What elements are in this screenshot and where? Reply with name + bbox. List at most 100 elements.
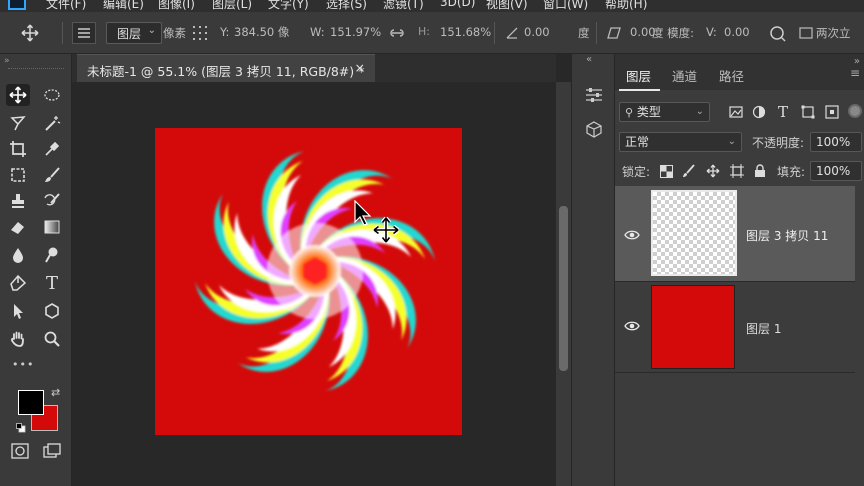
opacity-value: 100%	[816, 135, 851, 149]
foreground-color-swatch[interactable]	[18, 390, 44, 415]
menu-filter[interactable]: 滤镜(T)	[383, 0, 424, 12]
options-bar: 图层 ⌄ 像素 Y: 384.50 像 W: 151.97% H: 151.68…	[0, 12, 864, 54]
menu-view[interactable]: 视图(V)	[486, 0, 528, 12]
h-label-icon: H:	[418, 25, 430, 38]
path-selection-tool-icon[interactable]	[6, 300, 30, 322]
tools-panel: » T ••• ⇄	[0, 54, 72, 486]
filter-type-icon[interactable]: T	[771, 101, 795, 123]
mode-label: 度 模度:	[652, 26, 695, 40]
collapse-panels-icon[interactable]: «	[586, 54, 592, 65]
scrollbar-thumb[interactable]	[559, 206, 568, 371]
move-tool-preset-icon[interactable]	[18, 22, 42, 44]
opacity-field[interactable]: 100%	[810, 132, 862, 152]
menu-3d[interactable]: 3D(D)	[440, 0, 475, 9]
menu-select[interactable]: 选择(S)	[326, 0, 367, 12]
close-tab-icon[interactable]: ×	[355, 60, 365, 75]
chevron-down-icon: ⌄	[147, 25, 156, 36]
menu-file[interactable]: 文件(F)	[46, 0, 86, 12]
frame-tool-icon[interactable]	[6, 164, 30, 186]
fill-label: 填充:	[777, 165, 806, 179]
crop-tool-icon[interactable]	[6, 138, 30, 160]
y-value-field[interactable]: 384.50 像	[234, 24, 289, 40]
rotate-value-field[interactable]: 0.00	[524, 25, 550, 39]
tab-channels[interactable]: 通道	[672, 66, 697, 85]
stamp-tool-icon[interactable]	[6, 190, 30, 212]
fill-field[interactable]: 100%	[810, 161, 862, 181]
layer-name[interactable]: 图层 1	[746, 320, 781, 337]
blend-mode-value: 正常	[625, 135, 650, 149]
h-value-field[interactable]: 151.68%	[440, 25, 491, 39]
default-colors-icon[interactable]	[16, 422, 26, 433]
gradient-tool-icon[interactable]	[40, 216, 64, 238]
hand-tool-icon[interactable]	[6, 328, 30, 350]
layer-name[interactable]: 图层 3 拷贝 11	[746, 227, 828, 244]
eyedropper-tool-icon[interactable]	[40, 138, 64, 160]
interpolation-dropdown[interactable]: 两次立	[816, 25, 851, 41]
collapse-toolbar-icon[interactable]: »	[4, 56, 10, 66]
kaleidoscope-artwork	[192, 148, 438, 394]
menu-type[interactable]: 文字(Y)	[268, 0, 309, 12]
filter-shape-icon[interactable]	[796, 101, 820, 123]
search-icon: ⚲	[625, 106, 634, 119]
properties-panel-icon[interactable]	[582, 84, 606, 106]
truncated-option-label: 像素	[163, 26, 186, 40]
magic-wand-tool-icon[interactable]	[40, 112, 64, 134]
pointer-cursor-icon	[354, 199, 374, 226]
auto-select-target-dropdown[interactable]: 图层 ⌄	[106, 22, 162, 44]
document-tab-title: 未标题-1 @ 55.1% (图层 3 拷贝 11, RGB/8#) *	[87, 64, 365, 79]
lock-artboard-icon[interactable]	[728, 160, 746, 182]
photoshop-logo-icon	[8, 0, 26, 10]
chevron-down-icon: ⌄	[727, 136, 736, 147]
panel-menu-icon[interactable]: ≡	[850, 66, 864, 80]
shape-tool-icon[interactable]	[40, 300, 64, 322]
menu-window[interactable]: 窗口(W)	[543, 0, 588, 12]
lock-transparent-icon[interactable]	[657, 160, 675, 182]
menu-bar: 文件(F) 编辑(E) 图像(I) 图层(L) 文字(Y) 选择(S) 滤镜(T…	[0, 0, 864, 12]
move-cursor-icon	[372, 216, 400, 244]
lock-position-icon[interactable]	[704, 160, 722, 182]
type-tool-icon[interactable]: T	[40, 272, 64, 294]
swap-colors-icon[interactable]: ⇄	[51, 386, 60, 399]
marquee-tool-icon[interactable]	[40, 84, 64, 106]
eraser-tool-icon[interactable]	[6, 216, 30, 238]
more-tools-icon[interactable]: •••	[12, 358, 34, 371]
quick-mask-icon[interactable]	[8, 440, 32, 462]
filter-toggle-icon[interactable]	[848, 104, 862, 118]
blend-mode-dropdown[interactable]: 正常 ⌄	[619, 132, 742, 152]
dodge-tool-icon[interactable]	[40, 244, 64, 266]
3d-panel-icon[interactable]	[582, 118, 606, 140]
move-tool-icon[interactable]	[6, 84, 30, 106]
lock-all-icon[interactable]	[751, 160, 769, 182]
warp-icon[interactable]	[765, 22, 789, 44]
filter-smart-object-icon[interactable]	[820, 101, 844, 123]
visibility-eye-icon[interactable]	[624, 320, 640, 332]
v-value-field[interactable]: 0.00	[724, 25, 750, 39]
pen-tool-icon[interactable]	[6, 272, 30, 294]
zoom-tool-icon[interactable]	[40, 328, 64, 350]
document-tab[interactable]: 未标题-1 @ 55.1% (图层 3 拷贝 11, RGB/8#) * ×	[77, 54, 375, 82]
filter-adjustment-icon[interactable]	[747, 101, 771, 123]
layer-filter-dropdown[interactable]: ⚲ 类型 ⌄	[619, 102, 710, 122]
tab-layers[interactable]: 图层	[626, 66, 651, 85]
auto-select-icon[interactable]	[72, 22, 96, 44]
rotate-icon	[500, 22, 524, 44]
w-value-field[interactable]: 151.97%	[330, 25, 381, 39]
screen-mode-icon[interactable]	[40, 440, 64, 462]
lasso-tool-icon[interactable]	[6, 112, 30, 134]
document-canvas[interactable]	[155, 128, 462, 435]
blur-tool-icon[interactable]	[6, 244, 30, 266]
w-label: W:	[310, 25, 325, 39]
menu-help[interactable]: 帮助(H)	[605, 0, 647, 12]
menu-layer[interactable]: 图层(L)	[212, 0, 252, 12]
brush-tool-icon[interactable]	[40, 164, 64, 186]
lock-image-pixels-icon[interactable]	[680, 160, 698, 182]
filter-pixel-icon[interactable]	[724, 101, 748, 123]
menu-image[interactable]: 图像(I)	[158, 0, 195, 12]
visibility-eye-icon[interactable]	[624, 229, 640, 241]
layer-thumbnail	[651, 190, 737, 276]
link-icon[interactable]	[385, 22, 409, 44]
tab-paths[interactable]: 路径	[719, 66, 744, 85]
reference-point-icon[interactable]	[188, 22, 212, 44]
history-brush-tool-icon[interactable]	[40, 190, 64, 212]
menu-edit[interactable]: 编辑(E)	[103, 0, 144, 12]
